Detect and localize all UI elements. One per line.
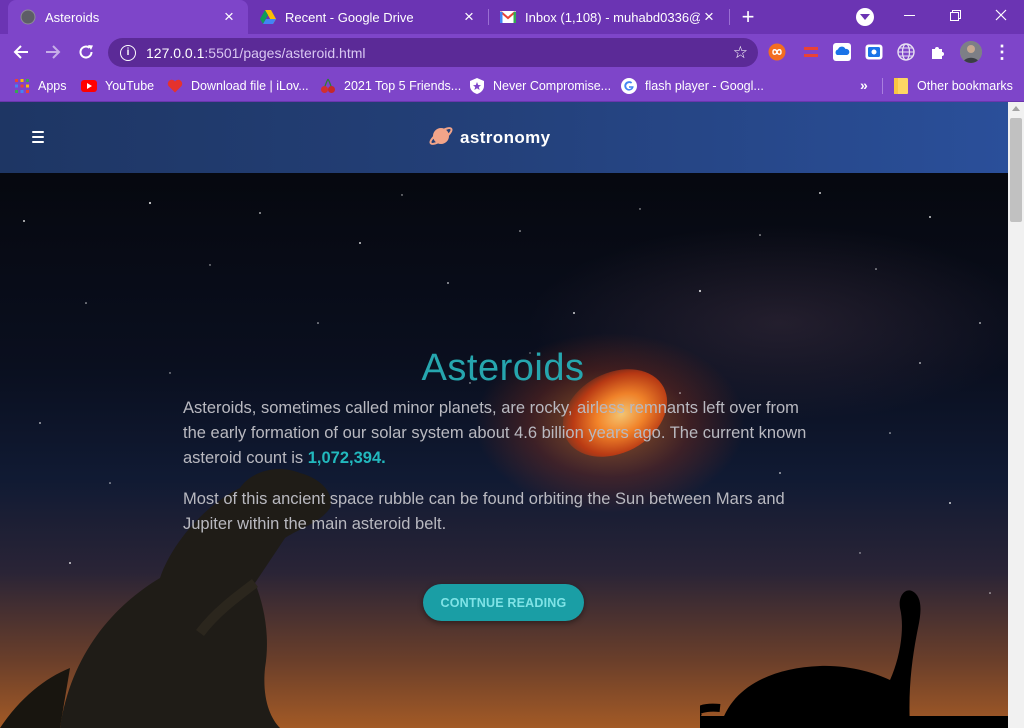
site-header: astronomy	[0, 102, 1008, 173]
asteroid-count: 1,072,394.	[307, 449, 386, 467]
bookmark-label: Download file | iLov...	[191, 79, 309, 93]
tab-search-dropdown-icon[interactable]	[856, 8, 874, 26]
continue-reading-button[interactable]: CONTNUE READING	[423, 584, 584, 621]
bookmark-label: 2021 Top 5 Friends...	[344, 79, 462, 93]
google-drive-icon	[260, 9, 276, 25]
close-tab-icon[interactable]: ×	[460, 7, 478, 26]
hero-section: Asteroids Asteroids, sometimes called mi…	[0, 173, 1008, 728]
browser-tab-strip: Asteroids × Recent - Google Drive × Inbo…	[0, 0, 1024, 34]
bookmark-label: Other bookmarks	[917, 79, 1013, 93]
reload-button[interactable]	[73, 39, 99, 65]
loading-globe-icon	[20, 9, 36, 25]
hero-paragraph-belt: Most of this ancient space rubble can be…	[183, 490, 785, 533]
tab-gmail-inbox[interactable]: Inbox (1,108) - muhabd0336@gm ×	[488, 0, 728, 34]
youtube-icon	[81, 78, 97, 94]
minimize-button[interactable]	[886, 0, 932, 30]
bookmarks-bar: Apps YouTube Download file | iLov... 202…	[0, 70, 1024, 102]
scroll-up-arrow-icon[interactable]	[1012, 106, 1020, 111]
bookmark-label: Never Compromise...	[493, 79, 612, 93]
tab-asteroids[interactable]: Asteroids ×	[8, 0, 248, 34]
bookmarks-overflow-chevron-icon[interactable]: »	[860, 77, 868, 93]
profile-avatar[interactable]	[960, 41, 982, 63]
hamburger-menu-icon[interactable]	[32, 131, 44, 143]
page-scrollbar[interactable]	[1008, 102, 1024, 728]
gmail-icon	[500, 9, 516, 25]
ilovepdf-heart-icon	[167, 78, 183, 94]
page-viewport: astronomy Asteroids Asteroids, sometimes…	[0, 102, 1008, 728]
bookmark-label: flash player - Googl...	[645, 79, 764, 93]
shield-star-icon	[469, 78, 485, 94]
bookmark-star-icon[interactable]: ☆	[733, 43, 748, 63]
site-info-icon[interactable]: i	[120, 44, 136, 61]
tab-title: Recent - Google Drive	[285, 9, 414, 25]
extension-infinity-icon[interactable]	[768, 43, 786, 61]
extension-dark-reader-icon[interactable]	[802, 43, 820, 61]
tab-separator	[729, 9, 730, 25]
close-window-button[interactable]	[978, 0, 1024, 30]
folder-icon	[893, 78, 909, 94]
bookmark-top-friends[interactable]: 2021 Top 5 Friends...	[320, 76, 461, 96]
site-logo[interactable]: astronomy	[428, 124, 551, 152]
chrome-menu-icon[interactable]: ⋮	[993, 42, 1011, 62]
tab-google-drive[interactable]: Recent - Google Drive ×	[248, 0, 488, 34]
bookmark-label: Apps	[38, 79, 67, 93]
page-title: Asteroids	[421, 347, 585, 389]
bookmark-youtube[interactable]: YouTube	[81, 76, 154, 96]
url-text: 127.0.0.1:5501/pages/asteroid.html	[146, 44, 366, 61]
brontosaurus-silhouette	[700, 590, 1008, 728]
close-tab-icon[interactable]: ×	[220, 7, 238, 26]
logo-text: astronomy	[460, 128, 551, 147]
hero-paragraph-intro: Asteroids, sometimes called minor planet…	[183, 399, 807, 467]
hero-content: Asteroids Asteroids, sometimes called mi…	[183, 343, 823, 537]
bookmark-ilovepdf[interactable]: Download file | iLov...	[167, 76, 309, 96]
bookmarks-separator	[882, 78, 883, 94]
restore-button[interactable]	[932, 0, 978, 30]
tab-title: Asteroids	[45, 9, 100, 25]
extension-cloud-icon[interactable]	[833, 43, 851, 61]
bookmark-flash-player[interactable]: flash player - Googl...	[621, 76, 764, 96]
bookmark-label: YouTube	[105, 79, 155, 93]
bookmark-other-bookmarks[interactable]: Other bookmarks	[893, 76, 1013, 96]
new-tab-button[interactable]: +	[736, 4, 760, 29]
extension-screen-icon[interactable]	[865, 43, 883, 61]
address-bar[interactable]: i 127.0.0.1:5501/pages/asteroid.html ☆	[108, 38, 758, 67]
bookmark-apps[interactable]: Apps	[14, 76, 67, 96]
scrollbar-thumb[interactable]	[1010, 118, 1022, 222]
close-tab-icon[interactable]: ×	[700, 7, 718, 26]
browser-toolbar: i 127.0.0.1:5501/pages/asteroid.html ☆ ⋮	[0, 34, 1024, 70]
google-icon	[621, 78, 637, 94]
bookmark-never-compromise[interactable]: Never Compromise...	[469, 76, 611, 96]
extension-globe-icon[interactable]	[897, 43, 915, 61]
extensions-puzzle-icon[interactable]	[929, 43, 947, 61]
tab-title: Inbox (1,108) - muhabd0336@gm	[525, 9, 700, 25]
forward-button[interactable]	[40, 39, 66, 65]
planet-logo-icon	[428, 123, 454, 154]
back-button[interactable]	[8, 39, 34, 65]
cherries-icon	[320, 78, 336, 94]
apps-grid-icon	[14, 78, 30, 94]
